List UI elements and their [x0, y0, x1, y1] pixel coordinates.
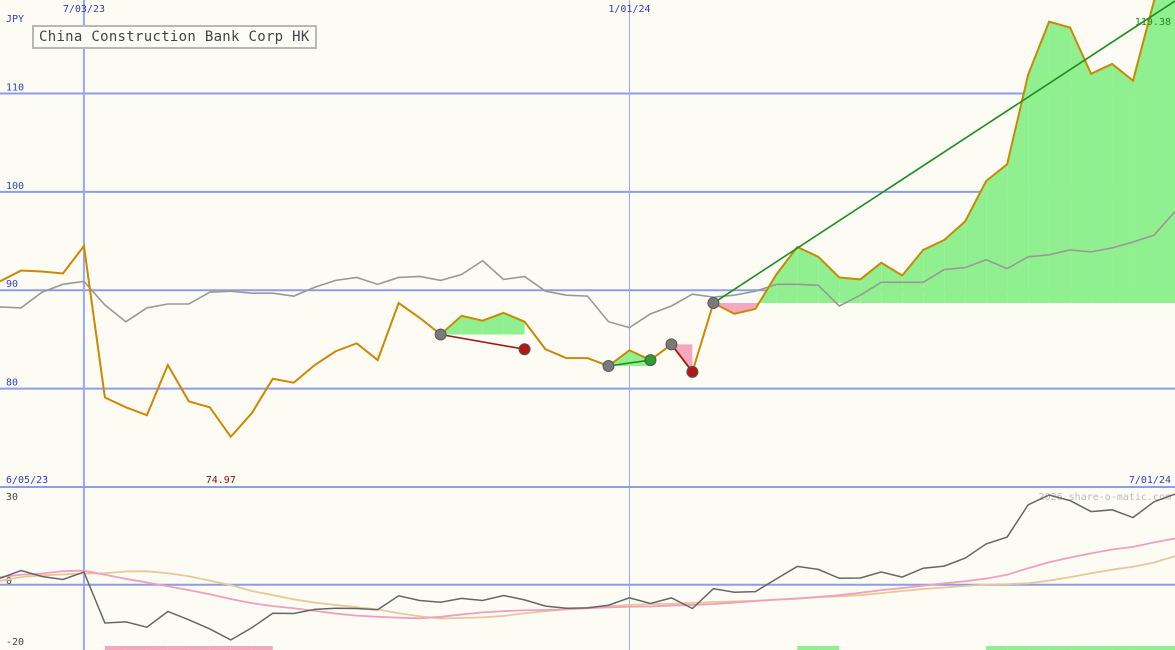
trade-3-area-52 [1091, 63, 1113, 304]
signal-bar-54 [1133, 646, 1155, 650]
signal-bar-49 [1028, 646, 1050, 650]
trade-3-area-41 [860, 262, 882, 304]
trade-3-area-53 [1112, 63, 1134, 304]
signal-bar-9 [188, 646, 210, 650]
trade-2-entry-marker [665, 338, 678, 351]
trade-3-area-49 [1028, 21, 1050, 304]
trade-3-area-54 [1133, 0, 1155, 304]
momentum-tick--20: -20 [6, 637, 24, 648]
trade-1-exit-marker [644, 354, 657, 367]
momentum-signal-line [0, 537, 1175, 620]
trade-1-entry-marker [602, 359, 615, 372]
signal-bar-11 [230, 646, 252, 650]
signal-bar-10 [209, 646, 231, 650]
date-label-1: 1/01/24 [608, 4, 650, 15]
y-tick-80: 80 [6, 378, 18, 389]
signal-bar-12 [251, 646, 273, 650]
trade-3-area-47 [986, 164, 1008, 304]
trade-0-entry-marker [434, 328, 447, 341]
trade-0-exit-marker [518, 343, 531, 356]
momentum-momentum-line [0, 493, 1175, 641]
signal-bar-38 [797, 646, 819, 650]
trade-0-area-24 [503, 312, 525, 335]
price-panel: 80 90 100 110 7/03/23 1/01/24 JPY 6/05/23 7/01/2… [0, 0, 1175, 650]
signal-bar-55 [1154, 646, 1175, 650]
signal-bar-8 [167, 646, 189, 650]
trade-3-area-55 [1154, 0, 1175, 304]
signal-bar-51 [1070, 646, 1092, 650]
last-price-label: 119.38 [1135, 17, 1171, 28]
trade-3-entry-marker [707, 297, 720, 310]
currency-label: JPY [6, 14, 24, 25]
date-label-0: 7/03/23 [63, 4, 105, 15]
momentum-tick-0: 0 [6, 576, 12, 587]
trade-3-area-45 [944, 221, 966, 304]
trade-0-trend-line [440, 333, 525, 351]
signal-bar-52 [1091, 646, 1113, 650]
signal-bar-53 [1112, 646, 1134, 650]
trade-3-area-40 [839, 277, 861, 304]
momentum-panel: 300-202026 share-o-matic.com [0, 492, 1175, 650]
chart-title: China Construction Bank Corp HK [32, 25, 317, 49]
trade-3-area-43 [902, 249, 924, 304]
stock-chart: 80 90 100 110 7/03/23 1/01/24 JPY 6/05/23 7/01/2… [0, 0, 1175, 650]
signal-bar-50 [1049, 646, 1071, 650]
y-tick-110: 110 [6, 82, 24, 93]
y-tick-90: 90 [6, 279, 18, 290]
end-date-label: 7/01/24 [1129, 475, 1171, 486]
trade-3-area-50 [1049, 21, 1071, 304]
signal-bar-7 [146, 646, 168, 650]
low-value-label: 74.97 [206, 475, 236, 486]
signal-bar-47 [986, 646, 1008, 650]
signal-bar-48 [1007, 646, 1029, 650]
signal-bar-39 [818, 646, 840, 650]
trade-2-exit-marker [686, 365, 699, 378]
signal-bar-5 [104, 646, 126, 650]
y-tick-100: 100 [6, 181, 24, 192]
start-date-label: 6/05/23 [6, 475, 48, 486]
momentum-tick-30: 30 [6, 492, 18, 503]
signal-bar-6 [125, 646, 147, 650]
